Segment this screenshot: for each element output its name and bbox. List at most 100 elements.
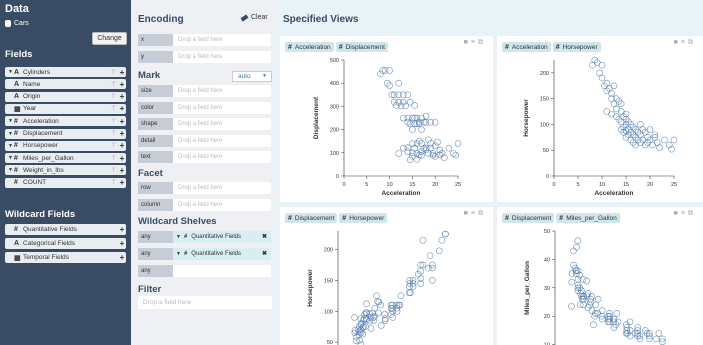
wildcard-field-item[interactable]: A Categorical Fields + xyxy=(5,238,126,249)
pill-label: Displacement xyxy=(511,214,552,222)
filter-icon[interactable]: ⊤ xyxy=(111,130,118,137)
field-pill[interactable]: # Displacement xyxy=(502,213,555,223)
field-drop-zone[interactable]: Drop a field here xyxy=(173,51,271,63)
filter-icon[interactable]: ⊤ xyxy=(111,69,118,76)
wildcard-field-item[interactable]: # Quantitative Fields + xyxy=(5,224,126,235)
field-drop-zone[interactable]: Drop a field here xyxy=(173,199,271,211)
field-item[interactable]: # COUNT ⊤ + xyxy=(5,177,126,188)
add-icon[interactable]: + xyxy=(118,166,126,175)
add-icon[interactable]: + xyxy=(118,80,126,89)
add-icon[interactable]: + xyxy=(118,253,126,262)
field-item[interactable]: A Name ⊤ + xyxy=(5,79,126,90)
add-icon[interactable]: + xyxy=(118,178,126,187)
scatter-point xyxy=(573,243,580,251)
filter-icon[interactable]: ⊤ xyxy=(111,105,118,112)
field-pill[interactable]: # Displacement xyxy=(285,213,338,223)
field-item[interactable]: ▦ Year ⊤ + xyxy=(5,103,126,114)
field-label: Displacement xyxy=(23,130,63,137)
copy-icon[interactable]: ⧉ xyxy=(688,210,696,217)
scatter-point xyxy=(367,325,375,332)
field-drop-zone[interactable]: Drop a field here xyxy=(173,34,271,46)
add-icon[interactable]: + xyxy=(118,68,126,77)
caret-down-icon[interactable]: ▼ xyxy=(176,248,181,260)
scatter-point xyxy=(427,139,434,147)
bookmark-icon[interactable]: ■ xyxy=(464,210,471,217)
field-pill[interactable]: # Miles_per_Gallon xyxy=(556,213,620,223)
copy-icon[interactable]: ⧉ xyxy=(478,39,486,46)
add-icon[interactable]: + xyxy=(118,104,126,113)
list-icon[interactable]: ≡ xyxy=(681,39,688,46)
list-icon[interactable]: ≡ xyxy=(681,210,688,217)
field-pill[interactable]: # Acceleration xyxy=(285,42,334,52)
scatter-chart: 1020304050Miles_per_Gallon xyxy=(524,229,666,345)
filter-icon[interactable]: ⊤ xyxy=(111,142,118,149)
filter-icon[interactable]: ⊤ xyxy=(111,155,118,162)
wildcard-shelf-value[interactable]: ▼ # Quantitative Fields ✖ xyxy=(173,248,271,260)
remove-icon[interactable]: ✖ xyxy=(262,231,267,243)
scatter-point xyxy=(363,300,370,308)
add-icon[interactable]: + xyxy=(118,225,126,234)
mark-type-select[interactable]: auto ▼ xyxy=(232,71,272,82)
channel-label: y xyxy=(138,51,173,63)
field-label: Origin xyxy=(23,93,41,101)
filter-drop-zone[interactable]: Drop a field here xyxy=(138,296,272,309)
add-icon[interactable]: + xyxy=(118,92,126,101)
x-tick-label: 15 xyxy=(409,182,415,188)
field-drop-zone[interactable]: Drop a field here xyxy=(173,182,271,194)
filter-icon[interactable]: ⊤ xyxy=(111,118,118,125)
channel-label: shape xyxy=(138,118,173,130)
field-item[interactable]: A Origin ⊤ + xyxy=(5,91,126,102)
field-drop-zone[interactable]: Drop a field here xyxy=(173,134,271,147)
field-drop-zone[interactable]: Drop a field here xyxy=(173,85,271,97)
filter-icon[interactable]: ⊤ xyxy=(111,179,118,186)
field-pill[interactable]: # Horsepower xyxy=(552,42,601,52)
scatter-chart: 0 100 200 300 400 500 0 5 10 15 20 25 Acceleration Di… xyxy=(313,58,462,197)
list-icon[interactable]: ≡ xyxy=(471,210,478,217)
field-pill[interactable]: # Acceleration xyxy=(502,42,551,52)
scatter-point xyxy=(454,140,462,147)
channel-label: text xyxy=(138,151,173,163)
remove-icon[interactable]: ✖ xyxy=(262,248,267,260)
channel-label: column xyxy=(138,199,173,211)
field-pill[interactable]: # Horsepower xyxy=(339,213,388,223)
add-icon[interactable]: + xyxy=(118,117,126,126)
add-icon[interactable]: + xyxy=(118,239,126,248)
field-drop-zone[interactable]: Drop a field here xyxy=(173,101,271,114)
filter-icon[interactable]: ⊤ xyxy=(111,167,118,174)
field-item[interactable]: ▼ # Miles_per_Gallon ⊤ + xyxy=(5,153,126,164)
x-tick-label: 25 xyxy=(671,182,677,188)
change-dataset-button[interactable]: Change xyxy=(92,32,127,45)
copy-icon[interactable]: ⧉ xyxy=(478,210,486,217)
field-item[interactable]: ▼ A Cylinders ⊤ + xyxy=(5,67,126,77)
filter-icon[interactable]: ⊤ xyxy=(111,93,118,100)
field-drop-zone[interactable]: Drop a field here xyxy=(173,118,271,130)
wildcard-shelf-value[interactable]: ▼ # Quantitative Fields ✖ xyxy=(173,231,271,243)
add-icon[interactable]: + xyxy=(118,141,126,150)
list-icon[interactable]: ≡ xyxy=(471,39,478,46)
quantitative-type-icon: # xyxy=(288,43,292,51)
bookmark-icon[interactable]: ■ xyxy=(674,39,681,46)
field-pill[interactable]: # Displacement xyxy=(335,42,388,52)
view-panel[interactable]: # Acceleration # Displacement ■≡⧉ 0 100 200 300 4… xyxy=(280,36,493,202)
quantitative-type-icon: # xyxy=(555,43,560,51)
view-panel[interactable]: # Displacement # Horsepower ■≡⧉ 50 100 150 200 Ho… xyxy=(280,207,493,345)
field-item[interactable]: ▼ # Horsepower ⊤ + xyxy=(5,140,126,151)
wildcard-field-item[interactable]: ▦ Temporal Fields + xyxy=(5,252,126,263)
field-item[interactable]: ▼ # Weight_in_lbs ⊤ + xyxy=(5,165,126,176)
caret-down-icon[interactable]: ▼ xyxy=(176,231,181,243)
filter-icon[interactable]: ⊤ xyxy=(111,81,118,88)
pill-label: Horsepower xyxy=(562,43,598,51)
copy-icon[interactable]: ⧉ xyxy=(688,39,696,46)
field-drop-zone[interactable]: Drop a field here xyxy=(173,151,271,163)
field-drop-zone[interactable] xyxy=(173,265,271,277)
clear-button[interactable]: Clear xyxy=(240,13,268,22)
add-icon[interactable]: + xyxy=(118,129,126,138)
view-panel[interactable]: # Acceleration # Horsepower ■≡⧉ 0 50 100 150 200 0… xyxy=(497,36,703,202)
bookmark-icon[interactable]: ■ xyxy=(674,210,681,217)
drop-placeholder: Drop a field here xyxy=(178,37,223,43)
field-item[interactable]: ▼ # Displacement ⊤ + xyxy=(5,128,126,139)
field-item[interactable]: ▼ # Acceleration ⊤ + xyxy=(5,116,126,127)
bookmark-icon[interactable]: ■ xyxy=(464,39,471,46)
add-icon[interactable]: + xyxy=(118,154,126,163)
view-panel[interactable]: #Displacement#Miles_per_Gallon ■≡⧉ 1020304… xyxy=(497,207,703,345)
